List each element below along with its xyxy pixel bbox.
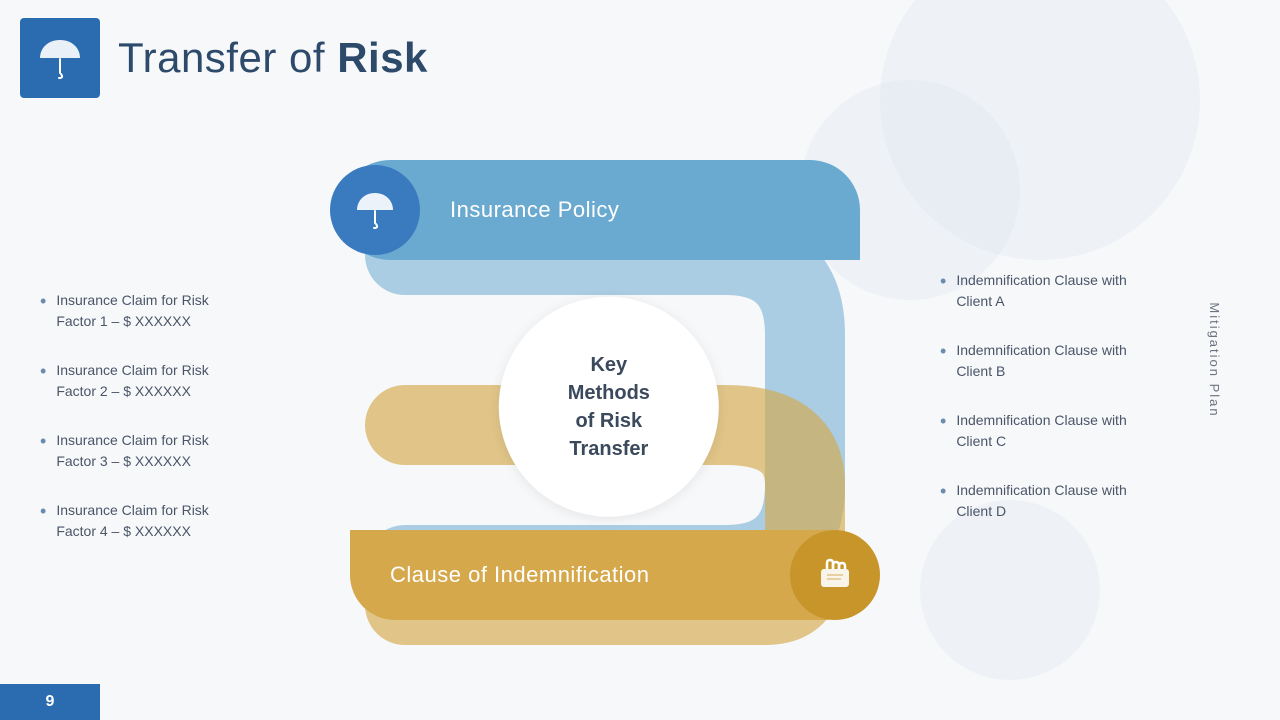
list-item: Insurance Claim for RiskFactor 2 – $ XXX… (40, 360, 320, 402)
center-circle: Key Methods of Risk Transfer (499, 297, 719, 517)
list-item: Insurance Claim for RiskFactor 1 – $ XXX… (40, 290, 320, 332)
list-item: Indemnification Clause withClient A (940, 270, 1220, 312)
list-item: Insurance Claim for RiskFactor 3 – $ XXX… (40, 430, 320, 472)
left-bullet-list: Insurance Claim for RiskFactor 1 – $ XXX… (40, 290, 320, 570)
main-content: Insurance Claim for RiskFactor 1 – $ XXX… (0, 110, 1280, 680)
right-bullet-list: Indemnification Clause withClient A Inde… (940, 270, 1220, 550)
insurance-policy-label: Insurance Policy (450, 197, 619, 223)
hand-icon (813, 553, 857, 597)
header-icon-box (20, 18, 100, 98)
insurance-policy-banner: Insurance Policy (340, 160, 860, 260)
center-circle-text: Key Methods of Risk Transfer (568, 351, 650, 463)
list-item: Indemnification Clause withClient D (940, 480, 1220, 522)
header-umbrella-icon (36, 34, 84, 82)
list-item: Indemnification Clause withClient B (940, 340, 1220, 382)
umbrella-icon (353, 188, 397, 232)
page-title: Transfer of Risk (118, 34, 428, 82)
indemnification-label: Clause of Indemnification (390, 562, 650, 588)
indemnification-icon (790, 530, 880, 620)
list-item: Insurance Claim for RiskFactor 4 – $ XXX… (40, 500, 320, 542)
list-item: Indemnification Clause withClient C (940, 410, 1220, 452)
header: Transfer of Risk (0, 0, 1280, 108)
page-number: 9 (0, 684, 100, 720)
side-label: Mitigation Plan (1207, 302, 1222, 417)
insurance-policy-icon (330, 165, 420, 255)
indemnification-banner: Clause of Indemnification (350, 530, 870, 620)
center-diagram: Insurance Policy Key Methods of Risk Tra… (320, 120, 880, 700)
